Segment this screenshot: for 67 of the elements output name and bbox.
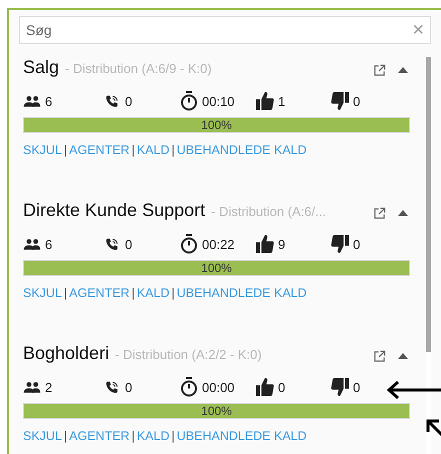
queue-link[interactable]: KALD	[136, 143, 170, 157]
stat-value: 0	[125, 94, 132, 108]
thumbs-up-icon	[256, 234, 274, 254]
link-separator: |	[64, 286, 68, 300]
link-separator: |	[132, 286, 135, 300]
progress-reading: 100%	[200, 404, 233, 418]
clear-button[interactable]: ×	[412, 20, 424, 40]
people-icon	[23, 238, 41, 250]
queue-link[interactable]: KALD	[136, 286, 170, 300]
people-icon	[23, 94, 41, 108]
stat-value: 0	[353, 380, 360, 394]
progress-reading: 100%	[200, 118, 233, 132]
popout-icon[interactable]	[373, 206, 386, 220]
stat-value: 9	[278, 236, 286, 252]
queue-subtitle: - Distribution (A:6/...	[211, 204, 327, 219]
queue-link[interactable]: SKJUL	[23, 143, 62, 157]
stat-value: 6	[45, 94, 52, 108]
stopwatch-icon	[180, 377, 198, 397]
popout-icon[interactable]	[373, 350, 386, 362]
stat-value: 6	[45, 236, 52, 252]
queue-title: Bogholderi	[23, 343, 110, 364]
link-separator: |	[172, 429, 175, 443]
queue-link[interactable]: KALD	[136, 429, 170, 443]
stat-value: 0	[125, 236, 132, 252]
thumbs-up-icon	[256, 377, 274, 397]
collapse-icon[interactable]	[398, 210, 408, 216]
search-field[interactable]: Søg ×	[19, 16, 431, 44]
queue-title: Direkte Kunde Support	[23, 200, 206, 221]
link-separator: |	[64, 429, 68, 443]
queue-link[interactable]: UBEHANDLEDE KALD	[176, 429, 307, 443]
stopwatch-icon	[180, 91, 198, 111]
stat-value: 00:22	[202, 236, 235, 252]
arrow-drawing	[385, 379, 441, 401]
queue-link[interactable]: AGENTER	[69, 143, 130, 157]
queue-link[interactable]: AGENTER	[69, 286, 130, 300]
stat-value: 00:00	[202, 380, 235, 394]
queue-link[interactable]: SKJUL	[23, 286, 62, 300]
stat-value: 2	[45, 380, 52, 394]
popout-icon[interactable]	[373, 64, 386, 76]
people-icon	[23, 380, 41, 394]
stat-value: 0	[125, 380, 132, 394]
link-separator: |	[132, 429, 135, 443]
queue-link[interactable]: AGENTER	[69, 429, 130, 443]
thumbs-up-icon	[256, 91, 274, 111]
stat-value: 1	[278, 94, 286, 108]
link-separator: |	[172, 286, 175, 300]
thumbs-down-icon	[331, 377, 349, 397]
stopwatch-icon	[180, 234, 198, 254]
stat-value: 0	[353, 236, 360, 252]
queue-title: Salg	[23, 57, 60, 78]
progress-reading: 100%	[200, 261, 233, 275]
queue-subtitle: - Distribution (A:2/2 - K:0)	[115, 347, 263, 362]
scrollbar[interactable]	[426, 57, 431, 454]
thumbs-down-icon	[331, 91, 349, 111]
queue-subtitle: - Distribution (A:6/9 - K:0)	[65, 61, 213, 76]
link-separator: |	[172, 143, 175, 157]
thumbs-down-icon	[331, 234, 349, 254]
link-separator: |	[64, 143, 68, 157]
collapse-icon[interactable]	[398, 67, 408, 73]
stat-value: 0	[353, 94, 360, 108]
stat-value: 00:10	[202, 94, 235, 108]
link-separator: |	[132, 143, 135, 157]
stat-value: 0	[278, 380, 286, 394]
queue-link[interactable]: SKJUL	[23, 429, 62, 443]
queue-link[interactable]: UBEHANDLEDE KALD	[176, 143, 307, 157]
queue-link[interactable]: UBEHANDLEDE KALD	[176, 286, 307, 300]
collapse-icon[interactable]	[398, 353, 408, 359]
